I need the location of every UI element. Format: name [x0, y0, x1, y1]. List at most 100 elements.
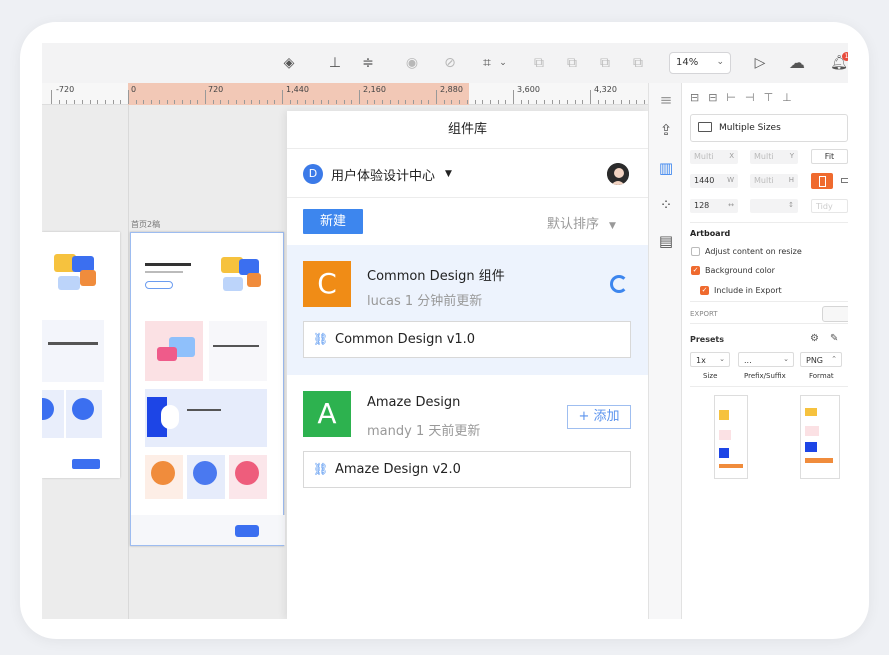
library-icon[interactable]: ▥ — [657, 159, 675, 177]
library-version[interactable]: ⛓ Common Design v1.0 — [303, 321, 631, 358]
ruler-tick — [412, 100, 414, 104]
orientation-portrait-button[interactable] — [811, 173, 833, 189]
ruler-tick — [320, 100, 322, 104]
ruler-tick — [228, 100, 230, 104]
ruler-tick — [135, 100, 137, 104]
ruler-tick — [243, 100, 245, 104]
panel-title: 组件库 — [287, 111, 648, 149]
team-name: 用户体验设计中心 — [331, 168, 436, 184]
add-library-button[interactable]: + 添加 — [567, 405, 631, 429]
difference-icon[interactable]: ⧉ — [629, 54, 647, 72]
export-format-select[interactable]: PNG ⌃ — [800, 352, 842, 367]
archive-icon[interactable]: ▤ — [657, 232, 675, 250]
orientation-landscape-button[interactable] — [839, 173, 848, 189]
ruler-tick — [613, 100, 615, 104]
ruler-tick — [235, 100, 237, 104]
ruler-label: 2,160 — [363, 85, 386, 94]
ruler-tick — [258, 100, 260, 104]
background-color-checkbox[interactable]: ✓ — [691, 266, 700, 275]
ruler-tick — [120, 100, 122, 104]
export-preview-thumbnail[interactable] — [714, 395, 748, 479]
ruler-tick — [343, 100, 345, 104]
divider — [690, 323, 848, 324]
export-size-select[interactable]: 1x ⌄ — [690, 352, 730, 367]
ruler-label: 0 — [131, 85, 137, 94]
ruler-tick — [443, 100, 445, 104]
cloud-icon[interactable]: ☁ — [788, 54, 806, 72]
mask-icon[interactable]: ⊘ — [441, 54, 459, 72]
horizontal-ruler[interactable]: -720 0 720 1,440 2,160 2,880 3,600 4,320 — [42, 83, 648, 105]
ruler-tick — [66, 100, 68, 104]
version-label: Amaze Design v2.0 — [335, 462, 461, 477]
component-library-panel: 组件库 D 用户体验设计中心 ▼ 新建 默认排序 ▼ C Common Desig… — [287, 111, 648, 619]
size-label: Size — [703, 372, 718, 380]
prefix-value: ... — [744, 356, 752, 365]
chevron-down-icon[interactable]: ⌄ — [494, 54, 512, 72]
ruler-tick — [605, 100, 607, 104]
width-field[interactable]: 1440 W — [690, 174, 738, 188]
ruler-tick — [382, 100, 384, 104]
sort-dropdown[interactable]: 默认排序 ▼ — [547, 213, 616, 232]
link-icon: ⛓ — [313, 332, 329, 346]
zoom-value: 14% — [676, 57, 699, 68]
y-field[interactable]: Multi Y — [750, 150, 798, 164]
align-tools[interactable]: ⊟⊟⊢⊣⊤⊥ — [690, 91, 848, 105]
ruler-tick — [189, 100, 191, 104]
zoom-select[interactable]: 14% ⌄ — [669, 52, 731, 74]
background-color-well[interactable] — [822, 306, 848, 322]
ruler-tick — [489, 100, 491, 104]
sort-label: 默认排序 — [547, 217, 600, 232]
spacing-field[interactable]: 128 ↔ — [690, 199, 738, 213]
ruler-tick — [574, 100, 576, 104]
inspector-panel: ⊟⊟⊢⊣⊤⊥ Multiple Sizes Multi X Multi Y Fit … — [682, 83, 848, 619]
include-export-label: Include in Export — [714, 286, 782, 295]
artboard-label[interactable]: 首页2稿 — [131, 219, 160, 230]
align-left-text-icon[interactable]: ≡ — [657, 91, 675, 109]
artboard-home[interactable] — [130, 232, 285, 546]
ruler-label: 2,880 — [440, 85, 463, 94]
vertical-spacing-field[interactable]: ↕ — [750, 199, 798, 213]
tidy-button[interactable]: Tidy — [811, 199, 848, 213]
library-icon: A — [303, 391, 351, 437]
ruler-tick — [97, 100, 99, 104]
link-icon: ⛓ — [313, 462, 329, 476]
play-icon[interactable]: ▷ — [751, 54, 769, 72]
x-field[interactable]: Multi X — [690, 150, 738, 164]
boolean-icon[interactable]: ◉ — [403, 54, 421, 72]
user-avatar[interactable] — [607, 163, 629, 185]
components-grid-icon[interactable]: ⁘ — [657, 196, 675, 214]
ruler-tick — [420, 100, 422, 104]
artboard-preset-select[interactable]: Multiple Sizes — [690, 114, 848, 142]
y-suffix: Y — [789, 152, 794, 160]
ruler-tick — [474, 100, 476, 104]
intersect-icon[interactable]: ⧉ — [596, 54, 614, 72]
export-preview-thumbnail[interactable] — [800, 395, 840, 479]
vertical-arrows-icon: ↕ — [788, 201, 794, 209]
include-export-checkbox[interactable]: ✓ — [700, 286, 709, 295]
artboard-previous[interactable] — [42, 232, 120, 478]
union-icon[interactable]: ⧉ — [530, 54, 548, 72]
new-library-button[interactable]: 新建 — [303, 209, 363, 234]
fit-button[interactable]: Fit — [811, 149, 848, 164]
prefix-suffix-select[interactable]: ... ⌄ — [738, 352, 794, 367]
library-item-amaze-design[interactable]: A Amaze Design mandy 1 天前更新 + 添加 ⛓ Amaze… — [287, 375, 648, 505]
ruler-tick — [220, 100, 222, 104]
adjust-content-checkbox[interactable] — [691, 247, 700, 256]
height-field[interactable]: Multi H — [750, 174, 798, 188]
ruler-tick — [151, 100, 153, 104]
w-suffix: W — [727, 176, 734, 184]
distribute-icon[interactable]: ≑ — [359, 54, 377, 72]
presets-label: Presets — [690, 335, 725, 344]
upload-icon[interactable]: ⇪ — [657, 121, 675, 139]
ruler-tick — [297, 100, 299, 104]
ruler-tick — [197, 100, 199, 104]
pencil-icon[interactable]: ✎ — [830, 333, 838, 344]
subtract-icon[interactable]: ⧉ — [563, 54, 581, 72]
divider — [690, 301, 848, 302]
library-item-common-design[interactable]: C Common Design 组件 lucas 1 分钟前更新 ⛓ Commo… — [287, 245, 648, 375]
library-version[interactable]: ⛓ Amaze Design v2.0 — [303, 451, 631, 488]
align-bottom-icon[interactable]: ⊥ — [326, 54, 344, 72]
component-icon[interactable]: ◈ — [280, 54, 298, 72]
sliders-icon[interactable]: ⚙︎ — [810, 333, 819, 344]
team-selector[interactable]: D 用户体验设计中心 ▼ — [303, 163, 452, 185]
